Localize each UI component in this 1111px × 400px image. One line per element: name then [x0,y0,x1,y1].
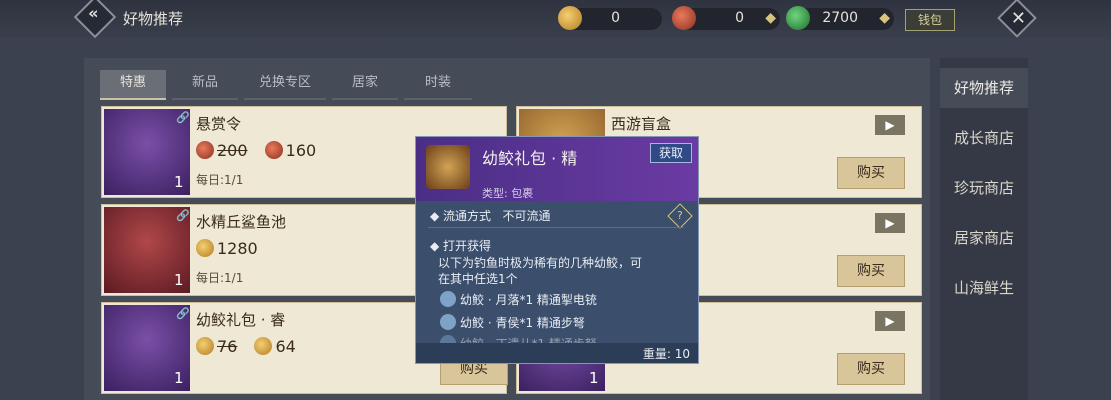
red-coin-icon [264,141,283,159]
gold-coin-icon [254,337,273,355]
fish-icon [440,291,456,307]
sidebar-item-treasure[interactable]: 珍玩商店 [940,168,1028,208]
daily-limit: 每日:1/1 [196,173,244,187]
preview-camera-icon[interactable]: ▶ [875,311,905,331]
reward-item[interactable]: 幼鲛 · 青侯*1 精通步弩 [440,314,585,331]
shop-sidebar: 好物推荐 成长商店 珍玩商店 居家商店 山海鲜生 [940,58,1028,400]
tooltip-footer: 重量: 10 [416,343,698,363]
link-icon: 🔗 [176,307,190,320]
sidebar-item-seafood[interactable]: 山海鲜生 [940,268,1028,308]
open-label: ◆ 打开获得 [430,239,492,253]
page-title: 好物推荐 [123,10,184,28]
item-name: 幼鲛礼包 · 睿 [196,311,286,329]
currency-gold: 0 [558,6,662,30]
currency-red: 0 ◆ [672,6,780,30]
item-name: 水精丘鲨鱼池 [196,213,287,231]
sidebar-item-home[interactable]: 居家商店 [940,218,1028,258]
gold-coin-icon [196,337,214,355]
divider [428,227,684,228]
add-currency-icon[interactable]: ◆ [765,10,776,26]
gold-coin-icon [196,239,214,257]
bullet-icon: ◆ [430,209,444,223]
item-name: 悬赏令 [196,115,242,133]
link-icon: 🔗 [176,209,190,222]
green-jade-icon [786,6,810,30]
gift-chest-icon [426,145,470,189]
back-button[interactable]: « [73,0,117,39]
item-type: 类型: 包裹 [482,187,534,200]
tooltip-title: 幼鲛礼包 · 精 [482,149,578,168]
tab-new[interactable]: 新品 [172,70,238,100]
add-currency-icon[interactable]: ◆ [879,10,890,26]
reward-item[interactable]: 幼鲛 · 月落*1 精通掣电铳 [440,291,597,308]
item-price: 200 160 [196,141,316,160]
bullet-icon: ◆ [430,239,444,253]
buy-button[interactable]: 购买 [837,255,905,287]
tab-exchange[interactable]: 兑换专区 [244,70,326,100]
red-coin-icon [196,141,214,159]
help-icon[interactable]: ? [667,203,693,229]
top-bar: « 好物推荐 0 0 ◆ 2700 ◆ 钱包 ✕ [0,0,1111,39]
buy-button[interactable]: 购买 [837,157,905,189]
get-button[interactable]: 获取 [650,143,692,163]
preview-camera-icon[interactable]: ▶ [875,213,905,233]
item-tooltip: 幼鲛礼包 · 精 获取 类型: 包裹 ◆ 流通方式 不可流通 ? ◆ 打开获得 … [415,136,699,364]
circulation-row: ◆ 流通方式 不可流通 [430,209,551,223]
preview-camera-icon[interactable]: ▶ [875,115,905,135]
description-line: 以下为钓鱼时极为稀有的几种幼鲛，可 [438,256,643,270]
wallet-button[interactable]: 钱包 [905,9,955,31]
tab-fashion[interactable]: 时装 [404,70,472,100]
tooltip-header: 幼鲛礼包 · 精 获取 类型: 包裹 [416,137,698,201]
currency-jade: 2700 ◆ [786,6,894,30]
item-weight: 重量: 10 [642,347,690,361]
buy-button[interactable]: 购买 [837,353,905,385]
tab-home[interactable]: 居家 [332,70,398,100]
daily-limit: 每日:1/1 [196,271,244,285]
tab-special[interactable]: 特惠 [100,70,166,100]
description-line: 在其中任选1个 [438,272,518,286]
link-icon: 🔗 [176,111,190,124]
sidebar-item-growth[interactable]: 成长商店 [940,118,1028,158]
item-name: 西游盲盒 [611,115,672,133]
red-coin-icon [672,6,696,30]
fish-icon [440,314,456,330]
sidebar-item-recommend[interactable]: 好物推荐 [940,68,1028,108]
gold-coin-icon [558,6,582,30]
item-price: 1280 [196,239,258,258]
close-icon: ✕ [1010,8,1026,30]
close-button[interactable]: ✕ [997,0,1037,38]
item-price: 76 64 [196,337,296,356]
chevron-left-icon: « [88,3,99,23]
